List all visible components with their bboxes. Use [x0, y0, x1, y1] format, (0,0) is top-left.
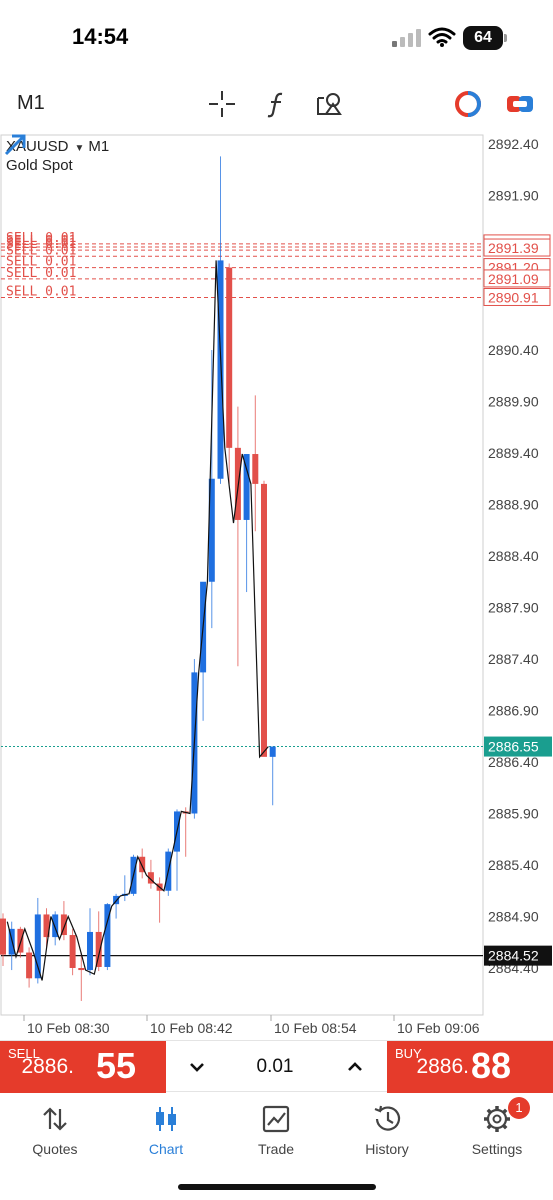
candle-body [217, 260, 224, 479]
price-axis-label: 2888.40 [488, 548, 539, 564]
price-chart[interactable]: 2892.40 2891.90 2890.40 2889.90 2889.40 2888.… [0, 130, 553, 1040]
nav-quotes-label: Quotes [32, 1141, 78, 1157]
candle-body [252, 454, 259, 484]
timeframe-button[interactable]: M1 [17, 92, 45, 115]
candle-body [69, 935, 76, 968]
battery-icon: 64 [463, 26, 507, 50]
price-axis-label: 2885.90 [488, 806, 539, 822]
one-click-trading-icon[interactable] [452, 88, 484, 120]
trade-chart-icon [262, 1105, 290, 1133]
buy-button[interactable]: BUY 2886. 88 [387, 1041, 553, 1093]
nav-trade[interactable]: Trade [231, 1101, 321, 1161]
nav-settings[interactable]: 1 Settings [452, 1097, 542, 1161]
nav-settings-label: Settings [471, 1141, 523, 1157]
nav-history-label: History [365, 1141, 409, 1157]
lot-decrease-button[interactable] [182, 1055, 212, 1079]
objects-shapes-icon[interactable] [314, 88, 346, 120]
settings-badge: 1 [508, 1097, 530, 1119]
chart-toolbar: M1 [0, 78, 553, 130]
chart-candles-icon [156, 1107, 176, 1131]
time-axis-label: 10 Feb 08:42 [150, 1020, 233, 1036]
nav-quotes[interactable]: Quotes [10, 1101, 100, 1161]
candle-body [26, 952, 33, 979]
price-axis-label: 2886.90 [488, 703, 539, 719]
price-axis-label: 2884.90 [488, 909, 539, 925]
nav-chart[interactable]: Chart [121, 1101, 211, 1161]
crosshair-icon[interactable] [206, 88, 238, 120]
cellular-signal-icon [392, 29, 421, 47]
sell-order-label: SELL 0.01 [6, 266, 76, 281]
buy-price-big: 88 [470, 1045, 511, 1086]
candle-body [95, 931, 102, 967]
order-price-tag-label: 2890.91 [488, 289, 539, 305]
price-axis-label: 2892.40 [488, 136, 539, 152]
history-clock-icon [374, 1105, 401, 1131]
chart-canvas[interactable]: 2892.40 2891.90 2890.40 2889.90 2889.40 2888.… [0, 130, 553, 1040]
candle-body [0, 918, 6, 955]
caret-down-icon: ▼ [74, 143, 85, 154]
candle-body [87, 931, 93, 971]
wifi-icon [428, 27, 456, 47]
sell-button[interactable]: SELL 2886. 55 [0, 1041, 166, 1093]
trade-bar: SELL 2886. 55 0.01 BUY 2886. 88 [0, 1040, 553, 1093]
buy-price-main: 2886. [416, 1055, 469, 1078]
horizontal-line-label: 2884.52 [488, 948, 539, 964]
price-axis-label: 2887.40 [488, 651, 539, 667]
bid-price-label: 2886.55 [488, 739, 539, 755]
price-axis-label: 2887.90 [488, 600, 539, 616]
nav-chart-label: Chart [148, 1141, 184, 1157]
candle-body [78, 968, 85, 971]
price-axis-label: 2890.40 [488, 342, 539, 358]
nav-trade-label: Trade [257, 1141, 295, 1157]
lot-increase-button[interactable] [340, 1055, 370, 1079]
candle-body [261, 483, 267, 757]
sell-order-label: SELL 0.01 [6, 284, 76, 299]
order-price-tag-label: 2891.39 [488, 240, 539, 256]
sell-price-main: 2886. [21, 1055, 74, 1078]
status-bar: 14:54 64 [0, 0, 553, 78]
price-axis-label: 2885.40 [488, 857, 539, 873]
candle-body [226, 267, 233, 448]
time-axis-label: 10 Feb 08:54 [274, 1020, 357, 1036]
quotes-arrows-icon [43, 1107, 67, 1131]
sell-price-big: 55 [95, 1045, 136, 1086]
candle-body [34, 914, 41, 979]
trade-mode-icon[interactable] [504, 88, 536, 120]
home-indicator [178, 1184, 376, 1190]
order-price-tag-label: 2891.09 [488, 271, 539, 287]
time-axis-label: 10 Feb 08:30 [27, 1020, 110, 1036]
time-axis-label: 10 Feb 09:06 [397, 1020, 480, 1036]
nav-history[interactable]: History [342, 1101, 432, 1161]
indicator-function-icon[interactable] [262, 88, 294, 120]
trend-arrow-icon[interactable] [0, 130, 30, 160]
price-axis-label: 2891.90 [488, 188, 539, 204]
lot-size-field[interactable]: 0.01 [220, 1056, 330, 1078]
symbol-timeframe: M1 [88, 138, 110, 155]
candle-body [269, 746, 276, 757]
price-axis-label: 2889.40 [488, 445, 539, 461]
status-time: 14:54 [72, 24, 129, 49]
battery-level: 64 [463, 26, 503, 50]
price-axis-label: 2889.90 [488, 394, 539, 410]
price-axis-label: 2888.90 [488, 497, 539, 513]
